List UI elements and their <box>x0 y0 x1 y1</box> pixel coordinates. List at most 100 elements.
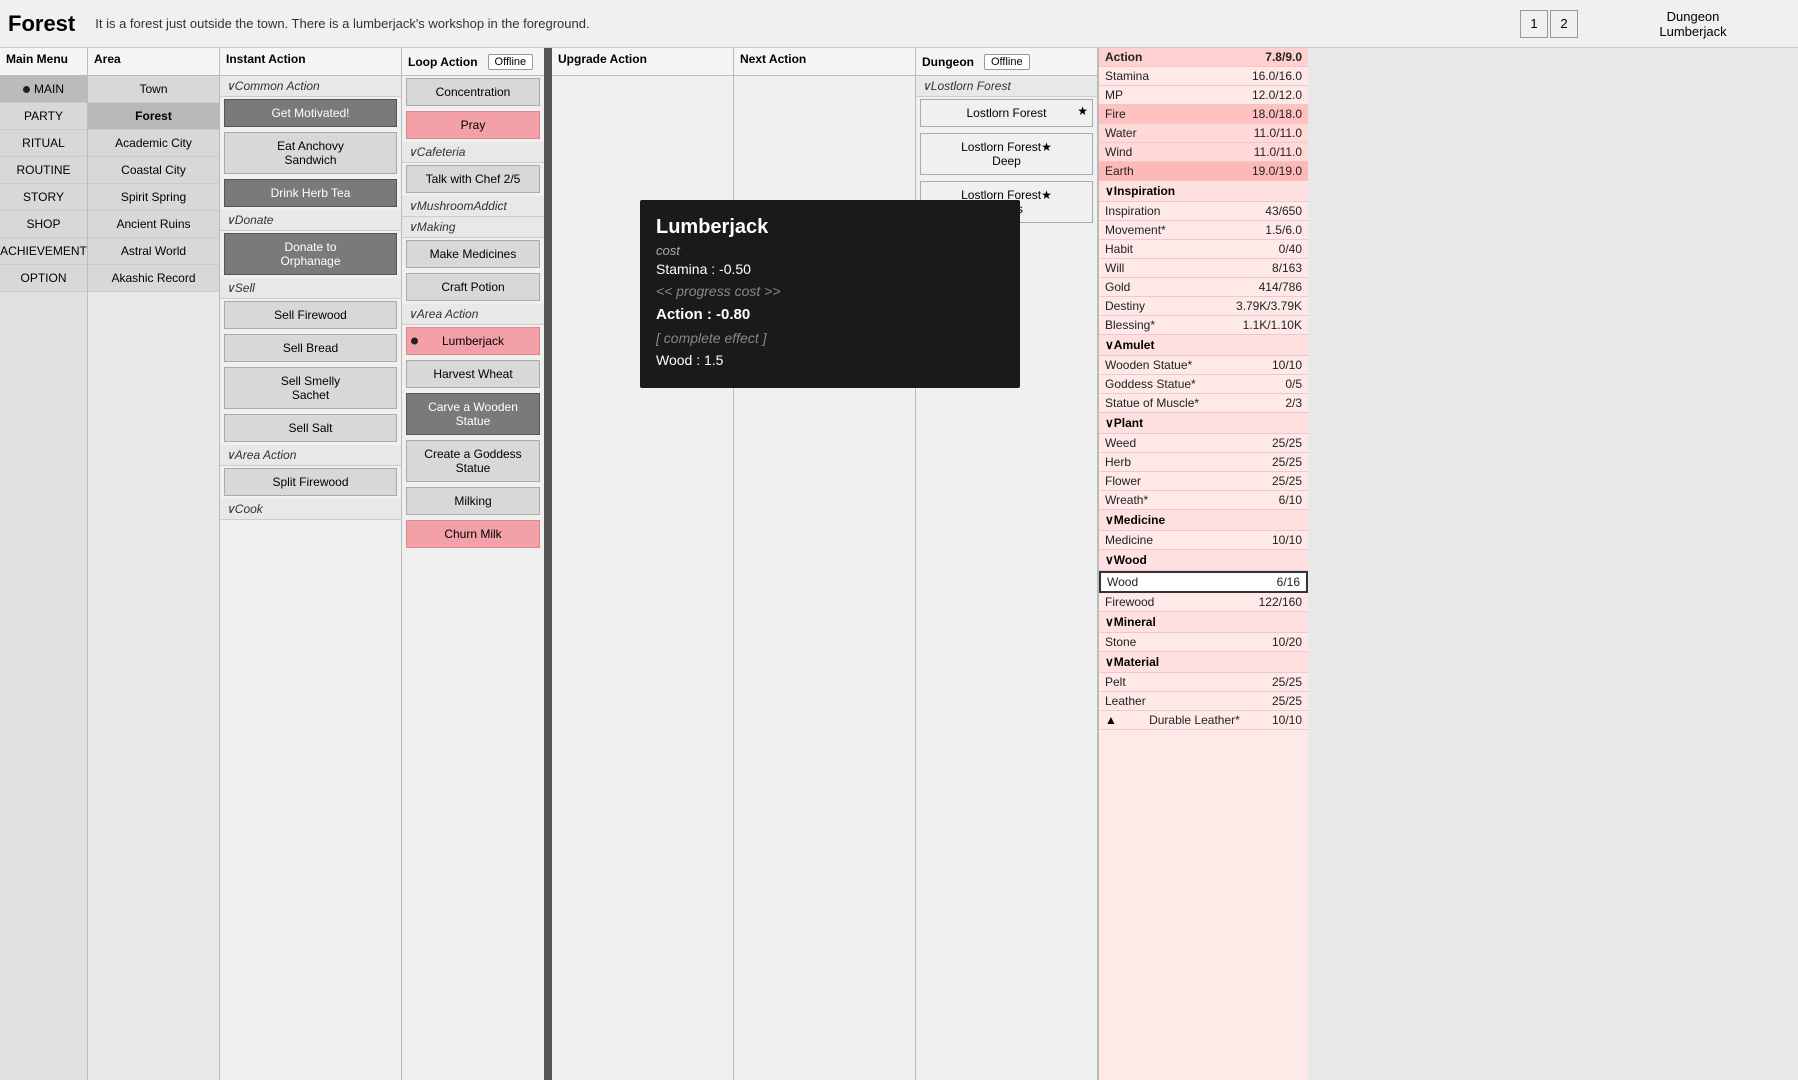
dungeon-header-label: DungeonLumberjack <box>1588 7 1798 41</box>
btn-sell-salt[interactable]: Sell Salt <box>224 414 397 442</box>
area-forest[interactable]: Forest <box>88 103 219 130</box>
stat-medicine-value: 10/10 <box>1272 533 1302 547</box>
sidebar-item-achievement[interactable]: ACHIEVEMENT <box>0 238 87 265</box>
making-header: ∨Making <box>402 217 544 238</box>
sidebar-main: Main Menu MAIN PARTY RITUAL ROUTINE STOR… <box>0 48 88 1080</box>
loop-action-column: Loop Action Offline Concentration Pray ∨… <box>402 48 544 1080</box>
stat-mp-row: MP 12.0/12.0 <box>1099 86 1308 105</box>
stat-goddess-statue-label: Goddess Statue* <box>1105 377 1196 391</box>
stat-firewood-label: Firewood <box>1105 595 1154 609</box>
btn-lumberjack[interactable]: Lumberjack <box>406 327 540 355</box>
area-coastal-city[interactable]: Coastal City <box>88 157 219 184</box>
btn-drink-herb-tea[interactable]: Drink Herb Tea <box>224 179 397 207</box>
sell-header: ∨Sell <box>220 278 401 299</box>
stat-wood-value: 6/16 <box>1277 575 1300 589</box>
area-header: Area <box>88 48 219 76</box>
area-astral-world[interactable]: Astral World <box>88 238 219 265</box>
stat-goddess-statue-value: 0/5 <box>1285 377 1302 391</box>
btn-create-goddess-statue[interactable]: Create a GoddessStatue <box>406 440 540 482</box>
btn-lostlorn-forest-deep[interactable]: Lostlorn Forest★Deep <box>920 133 1093 175</box>
stat-gold-row: Gold 414/786 <box>1099 278 1308 297</box>
stat-firewood-value: 122/160 <box>1259 595 1302 609</box>
btn-make-medicines[interactable]: Make Medicines <box>406 240 540 268</box>
area-spirit-spring[interactable]: Spirit Spring <box>88 184 219 211</box>
tooltip-title: Lumberjack <box>656 216 1004 239</box>
material-section: ∨Material <box>1099 652 1308 673</box>
tooltip-stamina: Stamina : -0.50 <box>656 258 1004 280</box>
stat-flower-label: Flower <box>1105 474 1141 488</box>
area-akashic-record[interactable]: Akashic Record <box>88 265 219 292</box>
stat-wooden-statue-label: Wooden Statue* <box>1105 358 1192 372</box>
stat-firewood-row: Firewood 122/160 <box>1099 593 1308 612</box>
tooltip-complete: [ complete effect ] <box>656 327 1004 349</box>
sidebar-item-option[interactable]: OPTION <box>0 265 87 292</box>
stat-stamina-value: 16.0/16.0 <box>1252 69 1302 83</box>
btn-carve-wooden-statue[interactable]: Carve a WoodenStatue <box>406 393 540 435</box>
area-town[interactable]: Town <box>88 76 219 103</box>
stat-fire-label: Fire <box>1105 107 1126 121</box>
dungeon-nav: 1 2 <box>1520 10 1578 38</box>
sidebar-item-story[interactable]: STORY <box>0 184 87 211</box>
stat-water-label: Water <box>1105 126 1137 140</box>
btn-concentration[interactable]: Concentration <box>406 78 540 106</box>
stat-earth-value: 19.0/19.0 <box>1252 164 1302 178</box>
stat-wooden-statue-row: Wooden Statue* 10/10 <box>1099 356 1308 375</box>
lumberjack-tooltip: Lumberjack cost Stamina : -0.50 << progr… <box>640 200 1020 388</box>
wood-section: ∨Wood <box>1099 550 1308 571</box>
dungeon-nav-1[interactable]: 1 <box>1520 10 1548 38</box>
loop-offline-badge[interactable]: Offline <box>488 54 534 70</box>
sidebar-item-routine[interactable]: ROUTINE <box>0 157 87 184</box>
btn-eat-anchovy[interactable]: Eat AnchovySandwich <box>224 132 397 174</box>
stat-stone-row: Stone 10/20 <box>1099 633 1308 652</box>
stat-will-label: Will <box>1105 261 1124 275</box>
btn-sell-bread[interactable]: Sell Bread <box>224 334 397 362</box>
area-ancient-ruins[interactable]: Ancient Ruins <box>88 211 219 238</box>
active-dot <box>23 86 30 93</box>
btn-sell-smelly-sachet[interactable]: Sell SmellySachet <box>224 367 397 409</box>
stat-blessing-label: Blessing* <box>1105 318 1155 332</box>
stat-wind-row: Wind 11.0/11.0 <box>1099 143 1308 162</box>
sidebar-item-ritual[interactable]: RITUAL <box>0 130 87 157</box>
stat-wood-label: Wood <box>1107 575 1138 589</box>
stat-medicine-row: Medicine 10/10 <box>1099 531 1308 550</box>
loop-separator <box>544 48 552 1080</box>
stat-destiny-label: Destiny <box>1105 299 1145 313</box>
stat-statue-of-muscle-row: Statue of Muscle* 2/3 <box>1099 394 1308 413</box>
stat-durable-leather-label: Durable Leather* <box>1149 713 1240 727</box>
stat-flower-row: Flower 25/25 <box>1099 472 1308 491</box>
dungeon-offline-badge[interactable]: Offline <box>984 54 1030 70</box>
sidebar-item-main[interactable]: MAIN <box>0 76 87 103</box>
btn-sell-firewood[interactable]: Sell Firewood <box>224 301 397 329</box>
btn-churn-milk[interactable]: Churn Milk <box>406 520 540 548</box>
dungeon-nav-2[interactable]: 2 <box>1550 10 1578 38</box>
mushroom-header: ∨MushroomAddict <box>402 196 544 217</box>
sidebar-item-party[interactable]: PARTY <box>0 103 87 130</box>
btn-lostlorn-forest[interactable]: Lostlorn Forest ★ <box>920 99 1093 127</box>
btn-donate-orphanage[interactable]: Donate toOrphanage <box>224 233 397 275</box>
stat-mp-label: MP <box>1105 88 1123 102</box>
btn-split-firewood[interactable]: Split Firewood <box>224 468 397 496</box>
instant-action-header: Instant Action <box>220 48 401 76</box>
btn-craft-potion[interactable]: Craft Potion <box>406 273 540 301</box>
btn-milking[interactable]: Milking <box>406 487 540 515</box>
stat-stone-label: Stone <box>1105 635 1136 649</box>
stat-inspiration-value: 43/650 <box>1265 204 1302 218</box>
loop-action-header-wrap: Loop Action Offline <box>402 48 544 76</box>
stat-goddess-statue-row: Goddess Statue* 0/5 <box>1099 375 1308 394</box>
btn-pray[interactable]: Pray <box>406 111 540 139</box>
stat-weed-row: Weed 25/25 <box>1099 434 1308 453</box>
btn-harvest-wheat[interactable]: Harvest Wheat <box>406 360 540 388</box>
area-academic-city[interactable]: Academic City <box>88 130 219 157</box>
stat-herb-label: Herb <box>1105 455 1131 469</box>
loop-action-label: Loop Action <box>402 51 484 73</box>
stat-statue-of-muscle-value: 2/3 <box>1285 396 1302 410</box>
btn-get-motivated[interactable]: Get Motivated! <box>224 99 397 127</box>
stat-blessing-value: 1.1K/1.10K <box>1243 318 1302 332</box>
stat-weed-label: Weed <box>1105 436 1136 450</box>
stat-wind-value: 11.0/11.0 <box>1254 145 1302 159</box>
sidebar-item-shop[interactable]: SHOP <box>0 211 87 238</box>
stat-destiny-value: 3.79K/3.79K <box>1236 299 1302 313</box>
stats-panel: Action 7.8/9.0 Stamina 16.0/16.0 MP 12.0… <box>1098 48 1308 1080</box>
cafeteria-header: ∨Cafeteria <box>402 142 544 163</box>
btn-talk-with-chef[interactable]: Talk with Chef 2/5 <box>406 165 540 193</box>
